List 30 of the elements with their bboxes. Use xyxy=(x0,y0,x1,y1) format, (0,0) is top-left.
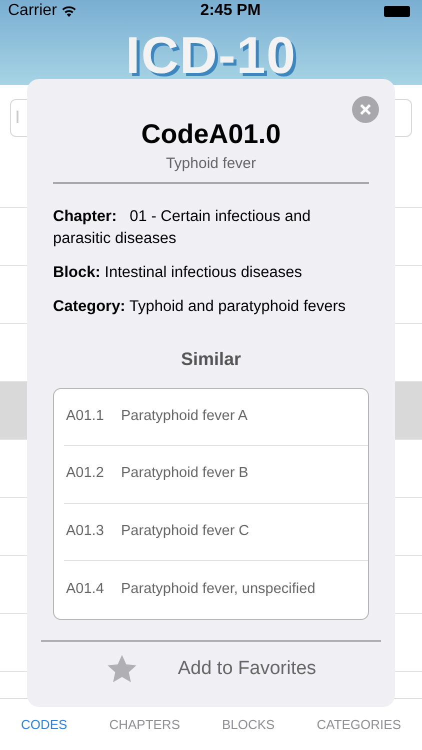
close-icon xyxy=(360,104,371,115)
similar-name: Paratyphoid fever C xyxy=(121,522,250,541)
similar-name: Paratyphoid fever, unspecified xyxy=(121,580,316,599)
dialog-title: CodeA01.0 xyxy=(140,118,282,151)
app-logo: ICD-10 xyxy=(126,27,296,85)
similar-name: Paratyphoid fever B xyxy=(121,464,248,484)
similar-row[interactable]: A01.4 Paratyphoid fever, unspecified xyxy=(64,561,368,618)
similar-name: Paratyphoid fever A xyxy=(121,406,248,426)
add-favorites-button[interactable]: Add to Favorites xyxy=(41,642,381,696)
similar-row[interactable]: A01.2 Paratyphoid fever B xyxy=(64,446,368,504)
wifi-icon xyxy=(60,5,77,17)
similar-row[interactable]: A01.1 Paratyphoid fever A xyxy=(64,388,368,446)
close-button[interactable] xyxy=(352,96,379,123)
battery-icon xyxy=(384,6,410,16)
similar-code: A01.2 xyxy=(66,464,105,484)
similar-code: A01.3 xyxy=(66,522,105,541)
similar-code: A01.1 xyxy=(66,406,105,426)
tab-button[interactable]: BLOCKS xyxy=(222,714,275,734)
similar-heading: Similar xyxy=(180,348,242,370)
tab-button[interactable]: CODES xyxy=(20,714,68,734)
tab-button[interactable]: CHAPTERS xyxy=(109,714,180,734)
carrier-label: Carrier xyxy=(8,1,57,21)
tab-button[interactable]: CATEGORIES xyxy=(316,714,401,734)
detail-text: Block: Intestinal infectious diseases xyxy=(53,262,303,282)
similar-code: A01.4 xyxy=(66,580,105,599)
status-time: 2:45 PM xyxy=(200,1,261,21)
detail-text: Category: Typhoid and paratyphoid fevers xyxy=(53,296,347,316)
detail-text: Chapter: 01 - Certain infectious and parasitic diseases xyxy=(53,206,312,248)
dialog-subtitle: Typhoid fever xyxy=(53,153,369,184)
similar-row[interactable]: A01.3 Paratyphoid fever C xyxy=(64,504,368,561)
